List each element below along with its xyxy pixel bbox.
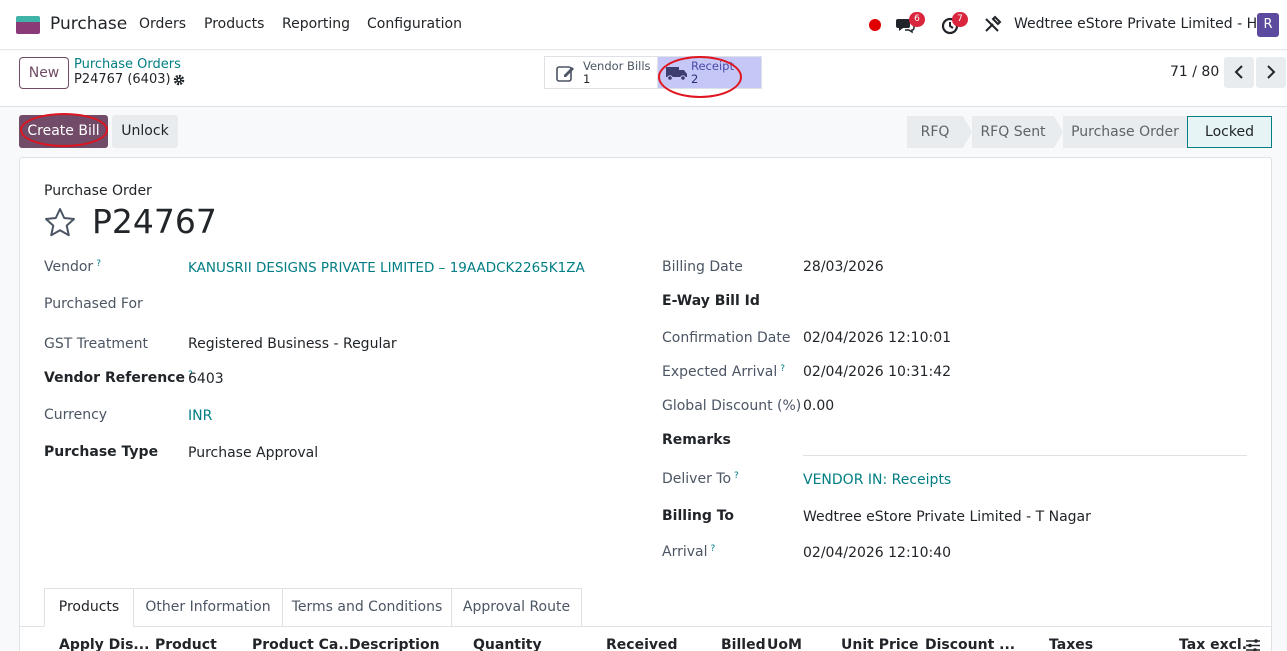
column-header-quantity[interactable]: Quantity [473, 637, 542, 651]
star-icon[interactable] [44, 207, 76, 237]
column-header-received[interactable]: Received [606, 637, 678, 651]
breadcrumb-purchase-orders[interactable]: Purchase Orders [74, 57, 181, 72]
status-purchase-order[interactable]: Purchase Order [1063, 116, 1187, 148]
document-type-label: Purchase Order [44, 183, 152, 199]
status-separator [963, 116, 972, 148]
expected-arrival-label: Expected Arrival? [662, 364, 786, 380]
purchase-type-value[interactable]: Purchase Approval [188, 445, 318, 461]
user-avatar[interactable]: R [1257, 13, 1279, 37]
pager-previous-button[interactable] [1224, 57, 1254, 88]
status-separator [1054, 116, 1063, 148]
column-header-unit-price[interactable]: Unit Price [841, 637, 918, 651]
chat-count-badge: 6 [909, 12, 925, 27]
global-discount-label: Global Discount (%) [662, 398, 802, 414]
column-header-apply-discount[interactable]: Apply Dis... [59, 637, 149, 651]
help-icon[interactable]: ? [711, 544, 716, 554]
receipt-smart-button[interactable]: Receipt 2 [657, 56, 762, 89]
unlock-button[interactable]: Unlock [112, 115, 178, 148]
menu-products[interactable]: Products [204, 16, 264, 32]
activity-count-badge: 7 [952, 12, 968, 27]
deliver-to-label: Deliver To? [662, 471, 739, 487]
billing-date-label: Billing Date [662, 259, 743, 275]
menu-reporting[interactable]: Reporting [282, 16, 350, 32]
column-header-product[interactable]: Product [155, 637, 217, 651]
company-switcher[interactable]: Wedtree eStore Private Limited - HO [1014, 16, 1268, 32]
status-rfq-sent[interactable]: RFQ Sent [972, 116, 1054, 148]
help-icon[interactable]: ? [96, 259, 101, 269]
new-button[interactable]: New [19, 57, 69, 89]
column-header-uom[interactable]: UoM [767, 637, 802, 651]
tab-terms-and-conditions[interactable]: Terms and Conditions [282, 588, 452, 627]
status-rfq[interactable]: RFQ [907, 116, 963, 148]
top-navbar: Purchase Orders Products Reporting Confi… [0, 0, 1287, 50]
app-name[interactable]: Purchase [50, 14, 127, 34]
currency-value[interactable]: INR [188, 408, 212, 424]
remarks-field[interactable] [803, 455, 1247, 456]
pencil-square-icon [556, 66, 574, 82]
vendor-label: Vendor? [44, 259, 101, 275]
truck-icon [666, 67, 687, 81]
column-header-tax-excl[interactable]: Tax excl. [1179, 637, 1247, 651]
tools-icon[interactable] [982, 15, 1002, 35]
gst-treatment-value[interactable]: Registered Business - Regular [188, 336, 397, 352]
document-number: P24767 [92, 202, 217, 241]
vendor-reference-label: Vendor Reference? [44, 370, 193, 386]
tab-other-information[interactable]: Other Information [133, 588, 283, 627]
help-icon[interactable]: ? [780, 364, 785, 374]
vendor-value[interactable]: KANUSRII DESIGNS PRIVATE LIMITED – 19AAD… [188, 260, 585, 276]
breadcrumb-current: P24767 (6403) [74, 72, 171, 87]
column-header-discount[interactable]: Discount ... [925, 637, 1015, 651]
arrival-label: Arrival? [662, 544, 716, 560]
pager-next-button[interactable] [1256, 57, 1286, 88]
gst-treatment-label: GST Treatment [44, 336, 148, 352]
billing-to-label: Billing To [662, 508, 735, 524]
column-header-product-category[interactable]: Product Ca... [252, 637, 354, 651]
pager-value[interactable]: 71 / 80 [1170, 64, 1219, 80]
control-panel: New Purchase Orders P24767 (6403) Vendor… [0, 51, 1287, 107]
billing-to-value[interactable]: Wedtree eStore Private Limited - T Nagar [803, 509, 1091, 525]
deliver-to-value[interactable]: VENDOR IN: Receipts [803, 472, 951, 488]
column-settings-icon[interactable] [1245, 639, 1261, 651]
vendor-bills-label: Vendor Bills [583, 59, 651, 73]
billing-date-value[interactable]: 28/03/2026 [803, 259, 884, 275]
confirmation-date-label: Confirmation Date [662, 330, 791, 346]
create-bill-button[interactable]: Create Bill [19, 115, 108, 148]
chevron-left-icon [1234, 65, 1243, 79]
apps-menu-icon[interactable] [16, 16, 40, 34]
vendor-bills-count: 1 [583, 72, 591, 86]
form-sheet: Purchase Order P24767 Vendor? KANUSRII D… [19, 157, 1272, 651]
purchase-type-label: Purchase Type [44, 444, 159, 460]
vendor-reference-value[interactable]: 6403 [188, 371, 224, 387]
menu-configuration[interactable]: Configuration [367, 16, 462, 32]
column-header-description[interactable]: Description [349, 637, 440, 651]
status-dot-icon[interactable] [869, 19, 881, 31]
currency-label: Currency [44, 407, 108, 423]
global-discount-value[interactable]: 0.00 [803, 398, 834, 414]
eway-bill-label: E-Way Bill Id [662, 293, 760, 309]
remarks-label: Remarks [662, 432, 731, 448]
column-header-billed[interactable]: Billed [721, 637, 766, 651]
column-header-taxes[interactable]: Taxes [1049, 637, 1093, 651]
purchased-for-label: Purchased For [44, 296, 143, 312]
confirmation-date-value[interactable]: 02/04/2026 12:10:01 [803, 330, 951, 346]
tab-approval-route[interactable]: Approval Route [451, 588, 582, 627]
help-icon[interactable]: ? [734, 471, 739, 481]
tab-products[interactable]: Products [44, 588, 134, 627]
menu-orders[interactable]: Orders [139, 16, 186, 32]
vendor-bills-smart-button[interactable]: Vendor Bills 1 [544, 56, 658, 89]
arrival-value[interactable]: 02/04/2026 12:10:40 [803, 545, 951, 561]
chevron-right-icon [1267, 65, 1276, 79]
action-bar: Create Bill Unlock RFQ RFQ Sent Purchase… [0, 107, 1287, 157]
receipt-count: 2 [691, 72, 699, 86]
gear-icon[interactable] [172, 73, 186, 87]
expected-arrival-value[interactable]: 02/04/2026 10:31:42 [803, 364, 951, 380]
status-locked[interactable]: Locked [1187, 116, 1272, 148]
